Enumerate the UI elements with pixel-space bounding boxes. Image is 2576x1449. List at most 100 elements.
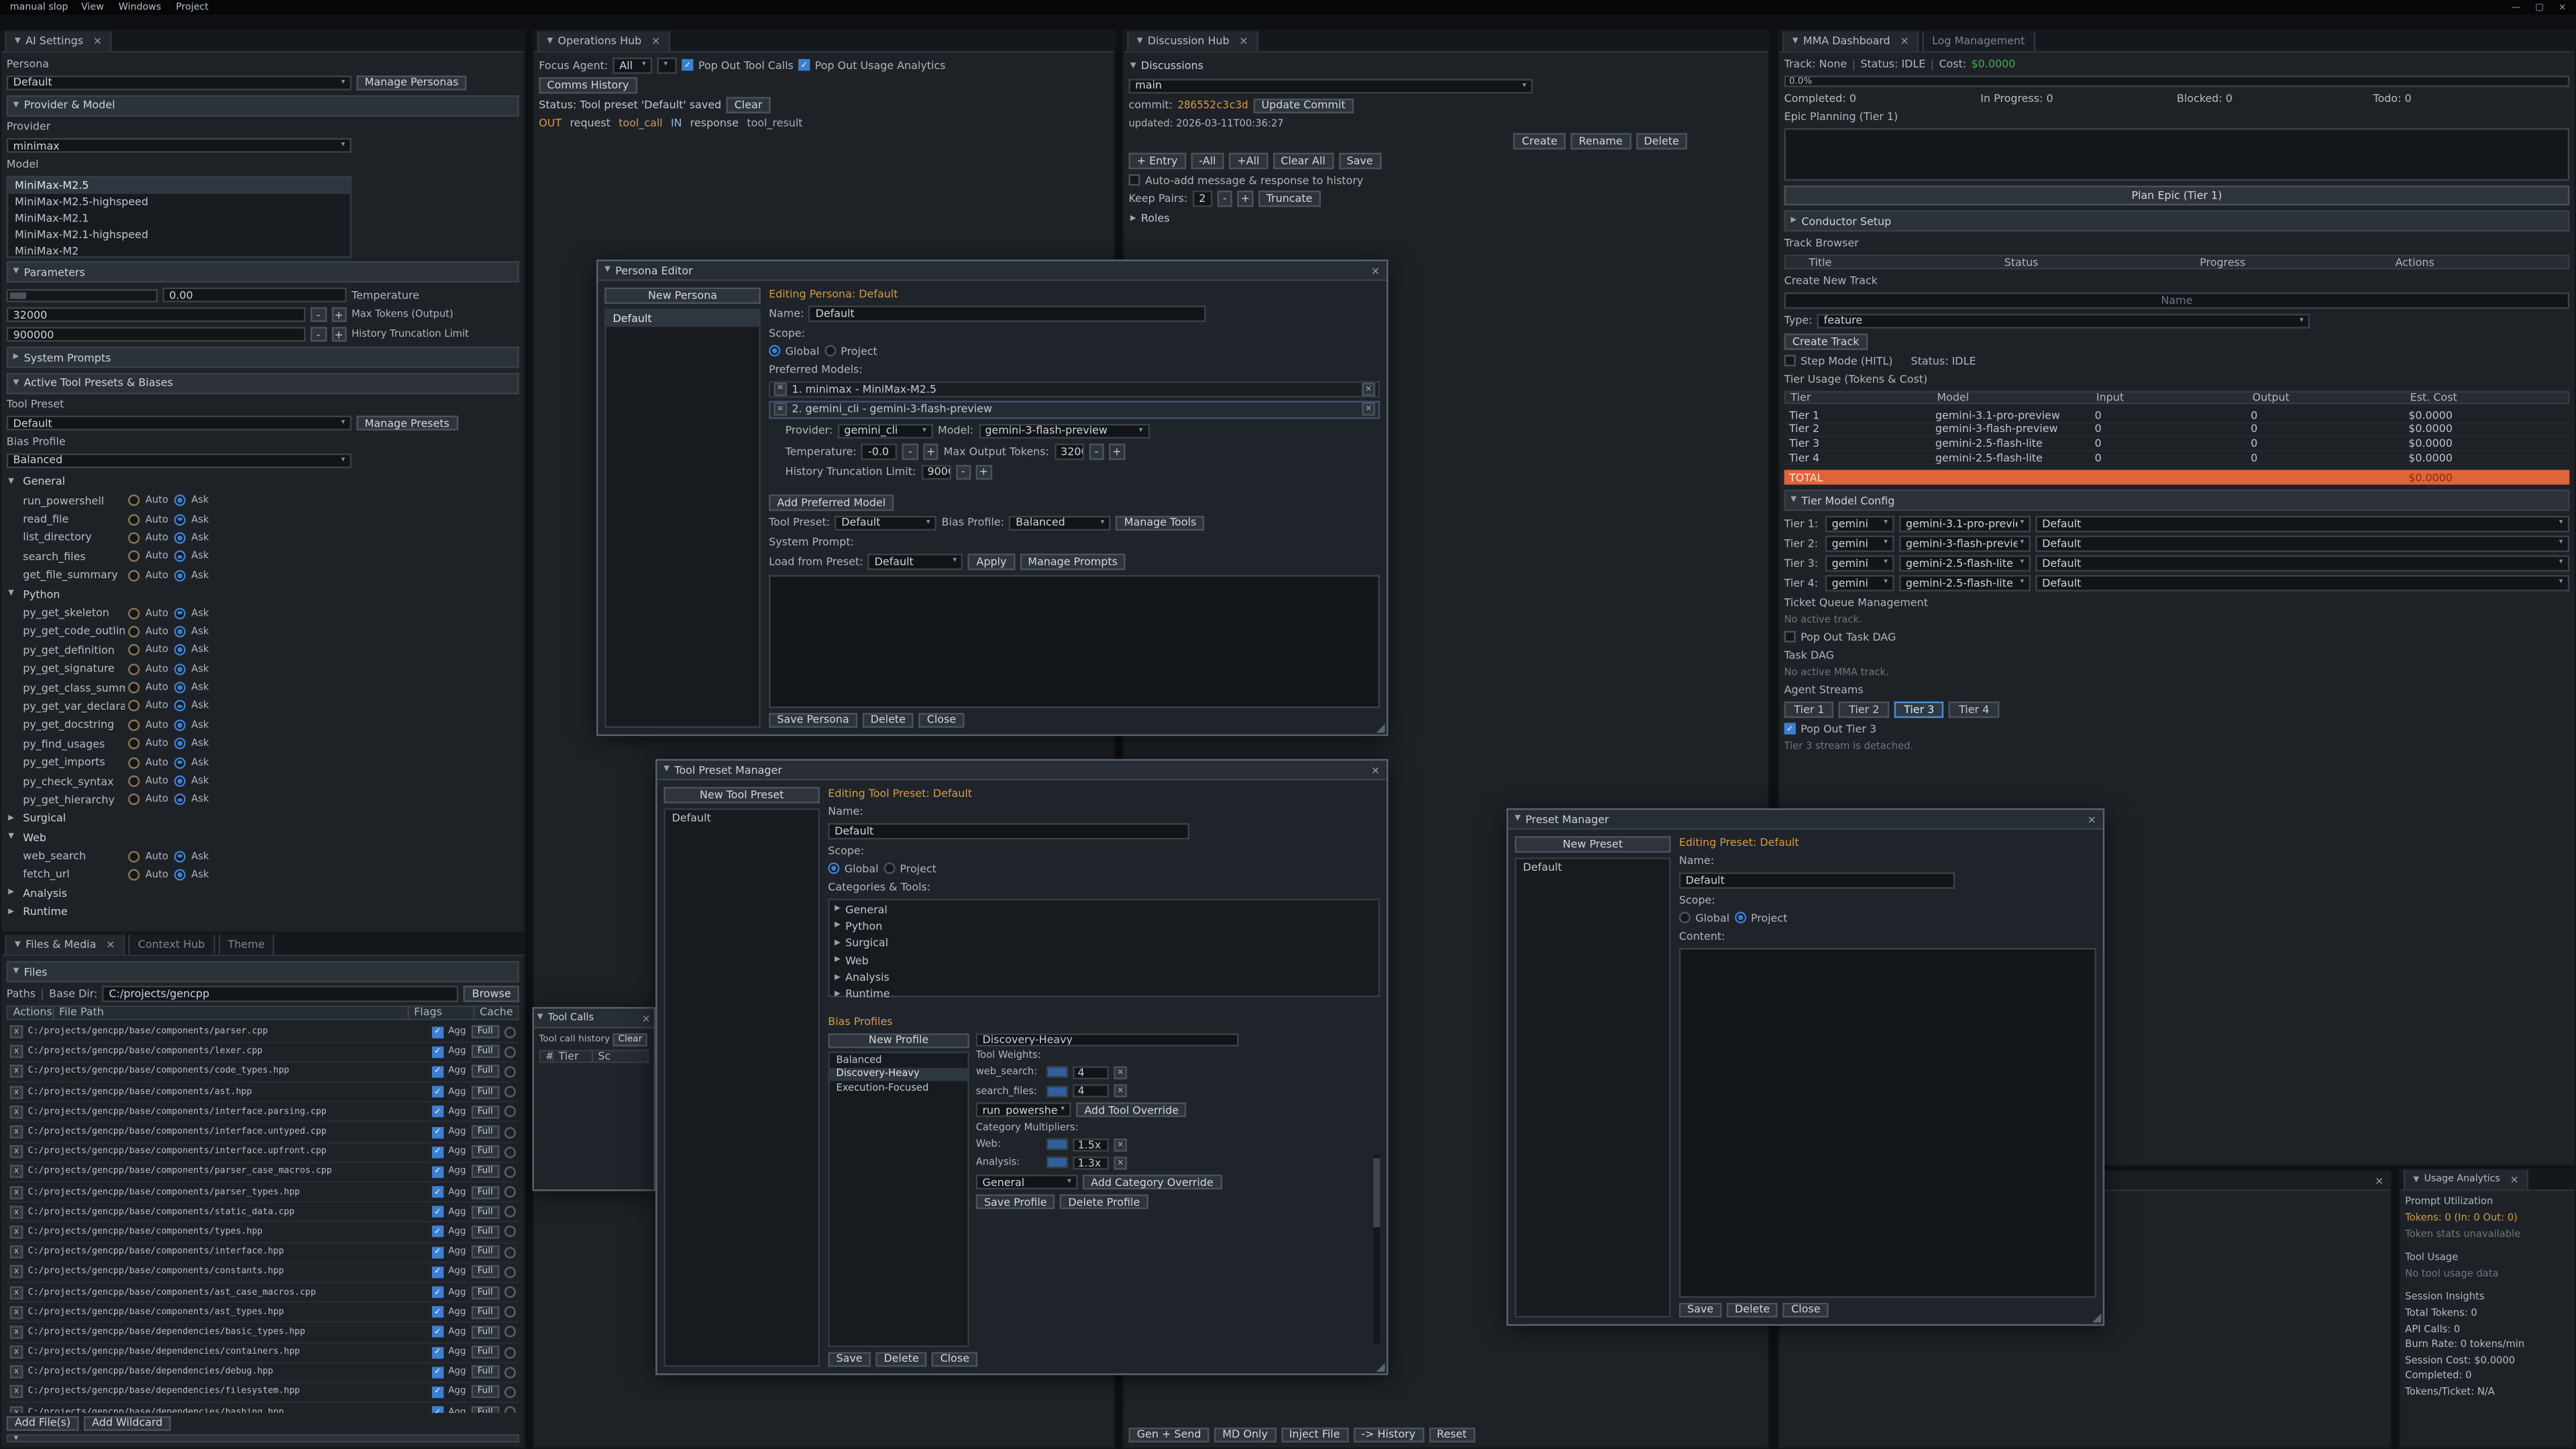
pop-out-usage-checkbox[interactable]: ✓ — [798, 60, 810, 71]
ask-radio[interactable] — [174, 645, 185, 656]
max-tokens-increment-button[interactable]: + — [331, 307, 346, 323]
manage-presets-button[interactable]: Manage Presets — [356, 415, 458, 431]
cache-indicator[interactable] — [504, 1407, 516, 1412]
collapse-icon[interactable]: ▼ — [2414, 1175, 2420, 1183]
parameters-section-header[interactable]: ▼ Parameters — [7, 262, 519, 283]
clear-status-button[interactable]: Clear — [727, 97, 771, 113]
model-option[interactable]: MiniMax-M2 — [8, 242, 350, 257]
close-preset-manager-button[interactable]: Close — [1783, 1302, 1829, 1318]
agg-checkbox[interactable]: ✓ — [432, 1106, 443, 1118]
collapse-icon[interactable]: ▼ — [1792, 37, 1799, 45]
cache-indicator[interactable] — [504, 1186, 516, 1197]
update-commit-button[interactable]: Update Commit — [1253, 98, 1354, 113]
auto-radio[interactable] — [128, 719, 140, 731]
remove-file-button[interactable]: x — [10, 1145, 23, 1159]
tool-row[interactable]: fetch_url Auto Ask — [7, 865, 519, 884]
pe-tool-preset-select[interactable]: Default ▾ — [835, 515, 936, 531]
provider-model-section-header[interactable]: ▼ Provider & Model — [7, 95, 519, 116]
remove-model-button[interactable]: × — [1362, 382, 1375, 396]
weight-slider[interactable] — [1046, 1067, 1068, 1078]
minimize-icon[interactable]: — — [2512, 3, 2520, 13]
remove-model-button[interactable]: × — [1362, 403, 1375, 417]
cache-indicator[interactable] — [504, 1346, 516, 1358]
close-icon[interactable]: × — [2375, 1174, 2383, 1187]
tool-row[interactable]: read_file Auto Ask — [7, 510, 519, 529]
agg-checkbox[interactable]: ✓ — [432, 1026, 443, 1038]
max-output-decrement-button[interactable]: - — [1089, 443, 1104, 459]
ask-radio[interactable] — [174, 663, 185, 675]
tier-preset-select[interactable]: Default ▾ — [2035, 516, 2569, 531]
stream-tab[interactable]: Tier 2 — [1839, 701, 1890, 717]
auto-radio[interactable] — [128, 738, 140, 749]
full-button[interactable]: Full — [471, 1366, 500, 1379]
auto-radio[interactable] — [128, 757, 140, 768]
auto-radio[interactable] — [128, 551, 140, 562]
scope-project-radio[interactable] — [824, 345, 836, 356]
full-button[interactable]: Full — [471, 1065, 500, 1079]
ask-radio[interactable] — [174, 719, 185, 731]
tool-preset-list-item[interactable]: Default — [665, 809, 818, 825]
collapse-icon[interactable]: ▼ — [1137, 37, 1143, 45]
tier-model-select[interactable]: gemini-3-flash-preview ▾ — [1899, 536, 2031, 551]
provider-select[interactable]: minimax ▾ — [7, 138, 352, 153]
tool-row[interactable]: run_powershell Auto Ask — [7, 491, 519, 510]
full-button[interactable]: Full — [471, 1185, 500, 1199]
remove-file-button[interactable]: x — [10, 1326, 23, 1339]
remove-file-button[interactable]: x — [10, 1126, 23, 1139]
remove-file-button[interactable]: x — [10, 1305, 23, 1319]
persona-list-item[interactable]: Default — [606, 310, 759, 326]
agg-checkbox[interactable]: ✓ — [432, 1066, 443, 1077]
cache-indicator[interactable] — [504, 1167, 516, 1178]
model-option[interactable]: MiniMax-M2.1-highspeed — [8, 226, 350, 242]
pop-out-tier3-checkbox[interactable]: ✓ — [1784, 723, 1796, 735]
save-preset-button[interactable]: Save — [1679, 1302, 1722, 1318]
max-tokens-input[interactable]: 32000 — [7, 307, 306, 323]
remove-file-button[interactable]: x — [10, 1285, 23, 1299]
tool-row[interactable]: ▼ General Auto Ask — [7, 472, 519, 491]
new-profile-button[interactable]: New Profile — [828, 1032, 969, 1048]
tier-model-select[interactable]: gemini-2.5-flash-lite ▾ — [1899, 575, 2031, 590]
weight-value[interactable]: 4 — [1073, 1066, 1109, 1080]
drag-handle[interactable]: ≡ — [773, 382, 787, 396]
manage-prompts-button[interactable]: Manage Prompts — [1020, 553, 1126, 569]
expand-icon[interactable]: ▶ — [835, 939, 841, 947]
remove-file-button[interactable]: x — [10, 1165, 23, 1179]
remove-file-button[interactable]: x — [10, 1205, 23, 1219]
plan-epic-button[interactable]: Plan Epic (Tier 1) — [1784, 186, 2570, 205]
agg-checkbox[interactable]: ✓ — [432, 1167, 443, 1178]
tool-row[interactable]: ▶ Surgical Auto Ask — [7, 809, 519, 828]
delete-discussion-button[interactable]: Delete — [1635, 133, 1687, 149]
full-button[interactable]: Full — [471, 1405, 500, 1411]
full-button[interactable]: Full — [471, 1346, 500, 1359]
rename-discussion-button[interactable]: Rename — [1570, 133, 1631, 149]
files-section-header[interactable]: ▼ Files — [7, 961, 519, 983]
category-node[interactable]: ▶ Analysis — [835, 971, 1373, 985]
history-limit-decrement-button[interactable]: - — [311, 327, 326, 342]
system-prompt-textarea[interactable] — [769, 574, 1380, 707]
ask-radio[interactable] — [174, 757, 185, 768]
temp-decrement-button[interactable]: - — [902, 443, 918, 459]
save-persona-button[interactable]: Save Persona — [769, 712, 857, 728]
add-preferred-model-button[interactable]: Add Preferred Model — [769, 494, 894, 510]
new-persona-button[interactable]: New Persona — [604, 288, 761, 303]
bias-profile-item[interactable]: Discovery-Heavy — [830, 1067, 968, 1081]
agg-checkbox[interactable]: ✓ — [432, 1246, 443, 1258]
close-icon[interactable]: × — [2510, 1173, 2519, 1187]
remove-file-button[interactable]: x — [10, 1246, 23, 1259]
ask-radio[interactable] — [174, 607, 185, 619]
tool-row[interactable]: search_files Auto Ask — [7, 547, 519, 566]
clear-tool-calls-button[interactable]: Clear — [613, 1033, 647, 1046]
pe-bias-profile-select[interactable]: Balanced ▾ — [1009, 515, 1111, 531]
auto-radio[interactable] — [128, 513, 140, 525]
preferred-model-row[interactable]: ≡ 2. gemini_cli - gemini-3-flash-preview… — [769, 401, 1380, 419]
remove-file-button[interactable]: x — [10, 1366, 23, 1379]
close-icon[interactable]: × — [106, 938, 115, 951]
scope-global-radio[interactable] — [828, 863, 839, 874]
auto-radio[interactable] — [128, 682, 140, 694]
tool-row[interactable]: get_file_summary Auto Ask — [7, 566, 519, 585]
discussion-action-button[interactable]: Reset — [1429, 1427, 1475, 1442]
expand-icon[interactable]: ▶ — [835, 922, 841, 930]
ask-radio[interactable] — [174, 794, 185, 806]
close-icon[interactable]: × — [1371, 264, 1380, 277]
temperature-input[interactable]: 0.00 — [162, 287, 346, 303]
